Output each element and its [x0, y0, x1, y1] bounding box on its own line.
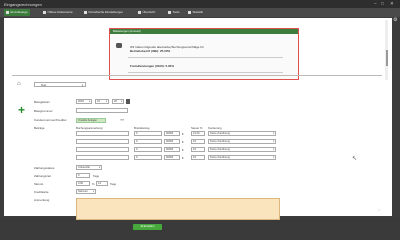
skonto-days-input[interactable]: 14 — [96, 181, 108, 186]
tab-label: Übersicht — [142, 10, 156, 14]
tab-periodische-einstellungen[interactable]: Periodische Einstellungen — [82, 9, 125, 16]
buchung-input[interactable] — [76, 147, 129, 152]
kasse-label: Kreditkarte — [34, 190, 49, 194]
tab-label: Statistik — [192, 10, 204, 14]
buchung-input[interactable] — [76, 139, 129, 144]
betraege-label: Beträge — [34, 126, 45, 130]
create-button[interactable]: ⊕ Erstellen — [133, 224, 162, 230]
chart-icon — [138, 10, 141, 14]
zahlungsziel-input[interactable]: 0 — [76, 173, 90, 178]
skonto-input[interactable]: 0.00 — [76, 181, 90, 186]
amount-b-input[interactable]: 00000 — [164, 147, 180, 152]
tab-label: Periodische Einstellungen — [88, 10, 124, 14]
amount-b-input[interactable]: 00000 — [164, 155, 180, 160]
document-icon — [43, 10, 46, 14]
popup-suggestion-1[interactable]: Betriebsbezirf (49E): 25.00% — [130, 49, 170, 53]
col-kontierung: Kontierung — [208, 126, 222, 130]
suggestion-popup: Belastungen (Amount) Wir haben folgende … — [109, 28, 299, 80]
chevron-down-icon: ▾ — [81, 84, 83, 87]
buchung-input[interactable] — [76, 131, 129, 136]
belegnummer-input[interactable] — [76, 108, 128, 113]
tools-icon — [168, 10, 171, 14]
mwst-input[interactable]: 19 — [191, 155, 205, 160]
kreditor-label: Kundennummer/Kreditor — [34, 118, 67, 122]
house-icon: ⌂ — [17, 81, 21, 87]
tab-label: Tools — [172, 10, 180, 14]
belegnummer-label: Belegnummer — [34, 109, 53, 113]
message-icon — [116, 43, 122, 48]
divider — [128, 57, 283, 58]
amount-a-input[interactable]: 0 — [134, 147, 162, 152]
tab-label: Einzelbelege — [10, 10, 28, 14]
kasse-select[interactable]: Nehmen — [76, 189, 96, 194]
close-icon[interactable]: ✕ — [390, 1, 394, 7]
zahlungsziel-unit: Tage — [93, 173, 100, 178]
title-bar: Eingangsrechnungen – □ ✕ — [0, 0, 400, 8]
zahlungsstatus-label: Zahlungsstatus — [34, 166, 55, 170]
zahlungsstatus-select[interactable]: Unbezahlt — [76, 165, 102, 170]
main-content: Belastungen (Amount) Wir haben folgende … — [4, 18, 392, 230]
scrollbar-thumb[interactable] — [385, 50, 388, 66]
tab-offene-dokumente[interactable]: Offene Dokumente — [41, 9, 75, 16]
document-icon — [6, 10, 9, 14]
scope-select[interactable]: Test ▾ — [34, 82, 86, 87]
skonto-label: Skonto — [34, 182, 44, 186]
belegdatum-year-select[interactable]: 2018 — [76, 99, 92, 104]
popup-header: Belastungen (Amount) — [110, 29, 298, 34]
amount-a-input[interactable]: 0 — [134, 131, 162, 136]
create-button-label: Erstellen — [143, 224, 155, 228]
tab-statistik[interactable]: Statistik — [186, 9, 205, 16]
kontierung-select[interactable]: Keine Zuordnung — [208, 147, 276, 152]
currency-label: € — [182, 155, 184, 160]
zahlungsziel-label: Zahlungsziel — [34, 174, 51, 178]
currency-label: € — [182, 139, 184, 144]
app-window: Eingangsrechnungen – □ ✕ Einzelbelege Of… — [0, 0, 400, 230]
tab-bar: Einzelbelege Offene Dokumente Periodisch… — [0, 8, 400, 23]
statistics-icon — [188, 10, 191, 14]
belegdatum-month-select[interactable]: 01 — [95, 99, 109, 104]
skonto-unit: Tage — [110, 181, 117, 186]
tab-tools[interactable]: Tools — [166, 9, 182, 16]
amount-b-input[interactable]: 00000 — [164, 131, 180, 136]
window-title: Eingangsrechnungen — [4, 1, 42, 7]
popup-suggestion-2[interactable]: Fremdleistungen (3100): 5.00% — [130, 64, 174, 68]
tab-einzelbelege[interactable]: Einzelbelege — [4, 9, 30, 16]
amount-b-input[interactable]: 00000 — [164, 139, 180, 144]
amount-a-input[interactable]: 0 — [134, 155, 162, 160]
mwst-input[interactable]: 19 — [191, 139, 205, 144]
currency-label: € — [182, 131, 184, 136]
amount-a-input[interactable]: 0 — [134, 139, 162, 144]
scope-value: Test — [41, 83, 47, 87]
kontierung-select[interactable]: Keine Zuordnung — [208, 139, 276, 144]
kreditor-badge[interactable]: Kreditor Anlegen — [76, 118, 106, 123]
minimize-icon[interactable]: – — [374, 1, 377, 6]
calendar-icon[interactable] — [126, 99, 130, 104]
anmerkung-label: Anmerkung — [34, 198, 50, 202]
document-icon — [84, 10, 87, 14]
currency-label: € — [182, 147, 184, 152]
skonto-percent: % — [92, 181, 95, 186]
mouse-cursor-icon: ↖ — [352, 156, 358, 162]
glasses-icon[interactable]: 👓 — [120, 118, 124, 122]
mwst-input[interactable]: 21.00 — [191, 131, 205, 136]
maximize-icon[interactable]: □ — [381, 1, 384, 6]
kontierung-select[interactable]: Keine Zuordnung — [208, 155, 276, 160]
col-mwst: Steuer % — [191, 126, 203, 130]
divider — [12, 75, 382, 76]
resize-grip-icon[interactable]: ⇲ — [377, 207, 380, 212]
add-icon[interactable]: + — [18, 104, 25, 116]
col-buchung: Buchungsanmerkung — [76, 126, 103, 130]
kontierung-select[interactable]: Keine Zuordnung — [208, 131, 276, 136]
buchung-input[interactable] — [76, 155, 129, 160]
anmerkung-textarea[interactable] — [76, 198, 280, 220]
gear-icon[interactable]: ⚙ — [393, 17, 397, 23]
mwst-input[interactable]: 19 — [191, 147, 205, 152]
belegdatum-label: Belegdatum — [34, 100, 51, 104]
belegdatum-day-select[interactable]: 26 — [112, 99, 124, 104]
tab-label: Offene Dokumente — [47, 10, 73, 14]
divider — [128, 72, 283, 73]
col-brutto: Bruttobetrag — [134, 126, 150, 130]
scrollbar[interactable] — [385, 20, 388, 80]
tab-uebersicht[interactable]: Übersicht — [136, 9, 157, 16]
